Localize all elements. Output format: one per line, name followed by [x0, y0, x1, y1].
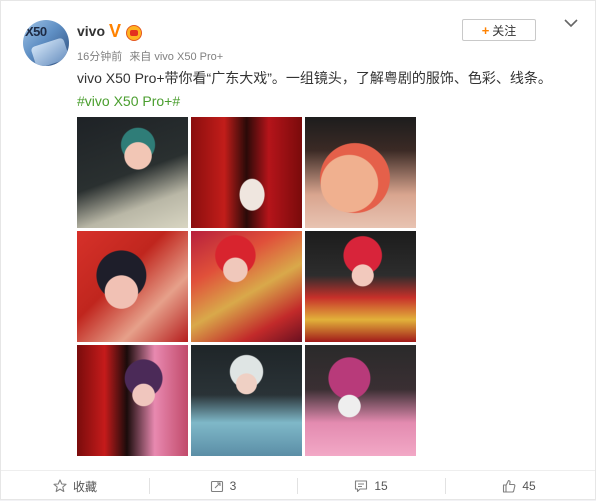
opera-photo-8[interactable] — [191, 345, 302, 456]
avatar[interactable]: X50 — [23, 20, 69, 66]
hashtag-link[interactable]: #vivo X50 Pro+# — [77, 93, 180, 109]
post-time[interactable]: 16分钟前 — [77, 51, 122, 63]
opera-photo-9[interactable] — [305, 345, 416, 456]
comment-button[interactable]: 15 — [297, 471, 445, 501]
phone-image — [30, 37, 69, 66]
repost-count: 3 — [229, 479, 237, 493]
action-bar: 收藏 3 15 45 — [1, 470, 595, 500]
like-button[interactable]: 45 — [445, 471, 593, 501]
post-source: 来自 vivo X50 Pro+ — [129, 51, 224, 63]
opera-photo-2[interactable] — [191, 117, 302, 228]
repost-icon — [210, 480, 223, 493]
post-text: vivo X50 Pro+带你看“广东大戏”。一组镜头，了解粤剧的服饰、色彩、线… — [77, 70, 552, 86]
like-count: 45 — [522, 479, 536, 493]
vip-badge-icon — [126, 25, 142, 41]
opera-photo-4[interactable] — [77, 231, 188, 342]
avatar-text: X50 — [25, 24, 47, 39]
plus-icon: + — [481, 22, 490, 38]
star-icon — [53, 479, 67, 493]
comment-icon — [355, 480, 368, 493]
verified-badge-icon: V — [109, 21, 122, 41]
opera-photo-6[interactable] — [305, 231, 416, 342]
follow-label: 关注 — [492, 23, 517, 38]
favorite-label: 收藏 — [72, 479, 97, 494]
opera-photo-5[interactable] — [191, 231, 302, 342]
follow-button[interactable]: + 关注 — [462, 19, 536, 41]
opera-photo-3[interactable] — [305, 117, 416, 228]
thumbs-up-icon — [503, 479, 516, 493]
post-card: X50 vivo V 16分钟前 来自 vivo X50 Pro+ + 关注 v… — [0, 0, 596, 500]
image-grid — [77, 117, 416, 456]
post-meta: 16分钟前 来自 vivo X50 Pro+ — [77, 48, 227, 64]
comment-count: 15 — [374, 479, 388, 493]
repost-button[interactable]: 3 — [149, 471, 297, 501]
username[interactable]: vivo — [77, 23, 105, 39]
opera-photo-1[interactable] — [77, 117, 188, 228]
opera-photo-7[interactable] — [77, 345, 188, 456]
chevron-down-icon[interactable] — [563, 15, 579, 31]
favorite-button[interactable]: 收藏 — [1, 471, 149, 501]
